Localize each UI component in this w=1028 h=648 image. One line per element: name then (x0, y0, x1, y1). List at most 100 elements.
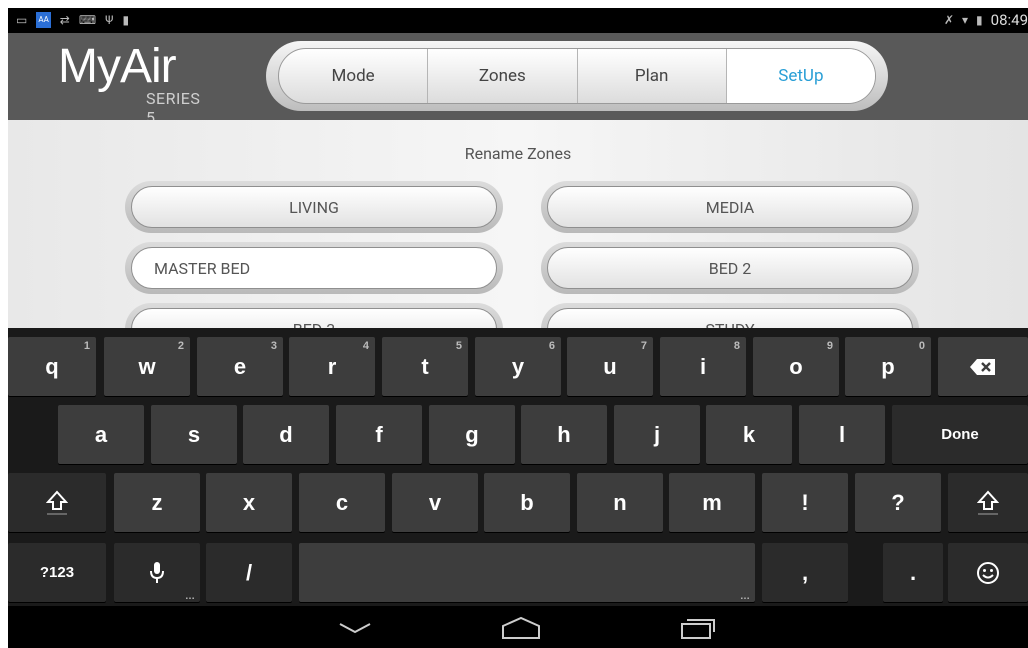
key-label: ?123 (39, 564, 75, 581)
key-f[interactable]: f (336, 405, 422, 464)
voice-input-key[interactable]: … (114, 543, 200, 602)
key-label: q (45, 353, 59, 379)
key-label: . (909, 559, 917, 585)
home-icon (502, 616, 540, 639)
key-a[interactable]: a (58, 405, 144, 464)
done-key[interactable]: Done (892, 405, 1028, 464)
key-period[interactable]: . (883, 543, 943, 602)
key-c[interactable]: c (299, 473, 385, 532)
key-label: z (151, 489, 163, 515)
key-label: k (742, 421, 756, 447)
key-label: Done (941, 426, 979, 443)
zone-name-field-1[interactable]: LIVING (125, 181, 503, 233)
key-label: d (279, 421, 293, 447)
rename-zones-panel: Rename Zones LIVING MEDIA MASTER BED BED… (8, 120, 1028, 355)
key-comma[interactable]: , (762, 543, 848, 602)
microphone-icon (150, 561, 164, 583)
key-w[interactable]: w2 (104, 337, 190, 396)
key-label: p (881, 353, 895, 379)
sync-icon: ⇄ (59, 13, 70, 27)
key-label: y (511, 353, 525, 379)
key-hint: 6 (548, 340, 555, 352)
key-z[interactable]: z (114, 473, 200, 532)
main-tab-bar: Mode Zones Plan SetUp (266, 41, 888, 111)
key-n[interactable]: n (577, 473, 663, 532)
symbols-key[interactable]: ?123 (8, 543, 106, 602)
system-navigation-bar (8, 606, 1028, 648)
wifi-icon: ▾ (962, 13, 969, 27)
key-g[interactable]: g (429, 405, 515, 464)
key-d[interactable]: d (243, 405, 329, 464)
space-key[interactable]: … (299, 543, 755, 602)
zone-name-field-3[interactable]: MASTER BED (125, 242, 503, 294)
key-slash[interactable]: / (206, 543, 292, 602)
section-title: Rename Zones (464, 144, 572, 163)
key-r[interactable]: r4 (289, 337, 375, 396)
app-notification-icon: AA (36, 12, 51, 28)
soft-keyboard: q1 w2 e3 r4 t5 y6 u7 i8 o9 p0 a s d f g … (8, 328, 1028, 606)
key-q[interactable]: q1 (8, 337, 96, 396)
key-hint: 5 (455, 340, 462, 352)
backspace-key[interactable] (938, 337, 1028, 396)
key-u[interactable]: u7 (567, 337, 653, 396)
key-x[interactable]: x (206, 473, 292, 532)
key-question[interactable]: ? (855, 473, 941, 532)
myair-logo: MyAir SERIES 5 (58, 39, 200, 127)
emoji-icon (977, 561, 999, 584)
key-hint: 7 (640, 340, 647, 352)
key-t[interactable]: t5 (382, 337, 468, 396)
shift-icon (977, 490, 999, 515)
key-k[interactable]: k (706, 405, 792, 464)
key-l[interactable]: l (799, 405, 885, 464)
key-h[interactable]: h (521, 405, 607, 464)
shift-key-left[interactable] (8, 473, 106, 532)
key-b[interactable]: b (484, 473, 570, 532)
zone-name-label: BED 2 (547, 247, 913, 289)
shift-icon (46, 490, 68, 515)
recent-apps-button[interactable] (673, 614, 723, 642)
back-button[interactable] (330, 614, 380, 642)
tab-plan[interactable]: Plan (578, 49, 727, 103)
key-j[interactable]: j (614, 405, 700, 464)
battery-icon: ▮ (976, 13, 983, 27)
key-label: ! (801, 489, 809, 515)
key-v[interactable]: v (392, 473, 478, 532)
key-i[interactable]: i8 (660, 337, 746, 396)
key-exclamation[interactable]: ! (762, 473, 848, 532)
key-e[interactable]: e3 (197, 337, 283, 396)
key-label: l (838, 421, 846, 447)
key-hint: 3 (270, 340, 277, 352)
logo-brand: MyAir (58, 40, 177, 93)
key-m[interactable]: m (669, 473, 755, 532)
shift-key-right[interactable] (948, 473, 1028, 532)
tab-mode[interactable]: Mode (279, 49, 429, 103)
key-label: t (421, 353, 429, 379)
key-y[interactable]: y6 (475, 337, 561, 396)
image-notification-icon: ▭ (16, 13, 28, 27)
device-screen: ▭ AA ⇄ ⌨ Ψ ▮ ✗ ▾ ▮ 08:49 MyAir SERIES 5 … (8, 8, 1028, 648)
key-label: u (603, 353, 617, 379)
key-label: i (699, 353, 707, 379)
key-hint: 9 (826, 340, 833, 352)
key-label: w (138, 353, 156, 379)
key-label: x (242, 489, 256, 515)
key-label: r (327, 353, 337, 379)
zone-name-label: MEDIA (547, 186, 913, 228)
key-s[interactable]: s (151, 405, 237, 464)
home-button[interactable] (496, 614, 546, 642)
key-p[interactable]: p0 (845, 337, 931, 396)
zone-name-label: LIVING (131, 186, 497, 228)
tab-setup[interactable]: SetUp (726, 49, 875, 103)
system-icons: ✗ ▾ ▮ 08:49 (944, 11, 1028, 29)
zone-name-field-4[interactable]: BED 2 (541, 242, 919, 294)
emoji-key[interactable] (948, 543, 1028, 602)
key-label: e (233, 353, 247, 379)
zone-name-field-2[interactable]: MEDIA (541, 181, 919, 233)
recent-apps-icon (681, 619, 715, 639)
key-label: m (702, 489, 722, 515)
key-o[interactable]: o9 (753, 337, 839, 396)
key-label: ? (891, 489, 905, 515)
tab-zones[interactable]: Zones (428, 49, 578, 103)
barcode-icon: ▮ (122, 13, 130, 27)
key-label: s (187, 421, 201, 447)
